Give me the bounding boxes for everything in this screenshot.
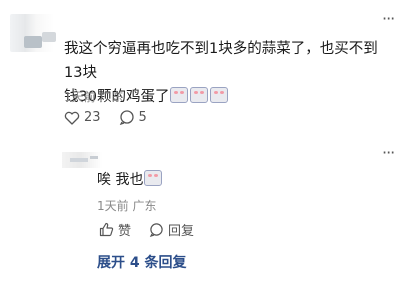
comment-time: 1天前 [64,90,96,104]
comment-meta: 1天前 广东 [64,88,123,105]
reply-meta: 1天前 广东 [97,197,156,214]
comment-actions: 23 5 [64,110,147,125]
comment-bubble-icon[interactable] [119,110,135,125]
expand-replies-link[interactable]: 展开 4 条回复 [97,252,187,272]
reply-time: 1天前 [97,199,129,213]
like-count[interactable]: 23 [84,110,101,125]
reply-like-label[interactable]: 赞 [118,220,131,239]
blushing-emoji-icon [170,87,189,103]
blushing-emoji-icon [190,87,209,103]
reply-button-label[interactable]: 回复 [168,220,194,239]
reply-location: 广东 [132,199,157,213]
blushing-emoji-icon [144,170,163,186]
comment-location: 广东 [99,90,124,104]
reply-text: 唉 我也 [97,169,163,189]
reply-more-options-icon[interactable]: ··· [382,145,395,161]
heart-icon[interactable] [64,111,80,125]
blushing-emoji-icon [210,87,229,103]
reply-actions: 赞 回复 [99,220,194,239]
commenter-avatar[interactable] [10,14,56,52]
thumbs-up-icon[interactable] [99,222,114,237]
reply-avatar[interactable] [62,152,102,168]
reply-content: 唉 我也 [97,172,144,188]
comment-text-line1: 我这个穷逼再也吃不到1块多的蒜菜了，也买不到13块 [64,41,378,81]
reply-bubble-icon[interactable] [149,222,164,237]
comment-count[interactable]: 5 [139,110,147,125]
more-options-icon[interactable]: ··· [382,11,395,27]
